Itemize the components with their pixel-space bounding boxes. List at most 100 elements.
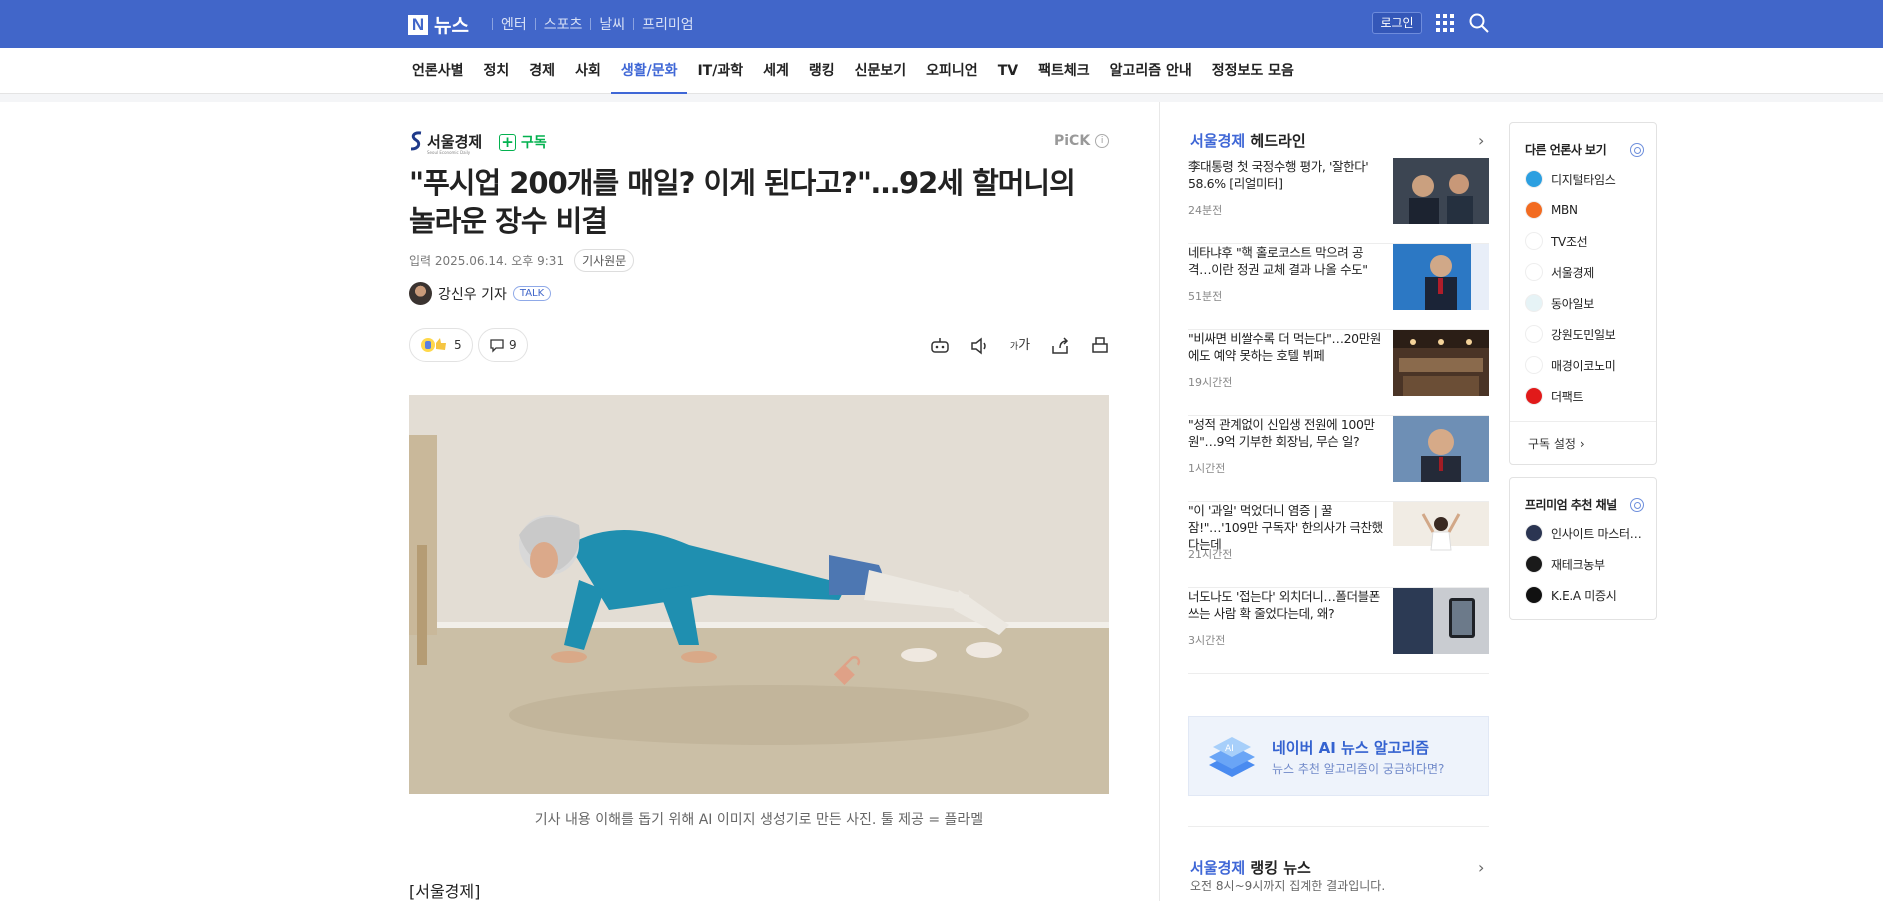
service-link-weather[interactable]: 날씨 (599, 14, 625, 34)
headline-item[interactable]: "비싸면 비쌀수록 더 먹는다"…20만원에도 예약 못하는 호텔 뷔페 19시… (1188, 330, 1489, 416)
press-item[interactable]: 동아일보 (1525, 294, 1594, 312)
headline-item-text: 네타냐후 "핵 홀로코스트 막으려 공격…이란 정권 교체 결과 나올 수도" (1188, 245, 1368, 277)
service-link-premium[interactable]: 프리미엄 (642, 14, 694, 34)
press-item[interactable]: TV조선 (1525, 232, 1588, 250)
ai-banner-subtitle: 뉴스 추천 알고리즘이 궁금하다면? (1272, 762, 1445, 776)
subscription-settings-link[interactable]: 구독 설정 › (1528, 435, 1585, 452)
info-icon[interactable]: i (1095, 134, 1110, 148)
category-tab-tv[interactable]: TV (988, 48, 1028, 94)
font-size-label: 가 (1018, 338, 1031, 353)
share-icon[interactable] (1048, 334, 1072, 358)
service-link-entertain[interactable]: 엔터 (501, 14, 527, 34)
other-press-title: 다른 언론사 보기 (1525, 143, 1607, 157)
grid-icon[interactable] (1436, 14, 1454, 32)
headline-thumbnail (1393, 158, 1489, 224)
comment-button[interactable]: 9 (478, 328, 528, 362)
headline-item-time: 1시간전 (1188, 462, 1226, 475)
divider (1510, 421, 1656, 422)
summary-bot-icon[interactable] (928, 334, 952, 358)
channel-avatar (1525, 555, 1543, 573)
article-photo[interactable]: ꗃ (409, 395, 1109, 794)
premium-channel-item[interactable]: 인사이트 마스터… (1525, 524, 1642, 542)
category-tab-factcheck[interactable]: 팩트체크 (1028, 48, 1100, 94)
category-tab-it-science[interactable]: IT/과학 (687, 48, 753, 94)
article-title: "푸시업 200개를 매일? 이게 된다고?"…92세 할머니의 놀라운 장수 … (409, 166, 1076, 238)
category-tab-opinion[interactable]: 오피니언 (916, 48, 988, 94)
divider (534, 18, 536, 30)
reaction-button[interactable]: 5 (409, 328, 473, 362)
ai-algorithm-banner[interactable]: AI 네이버 AI 뉴스 알고리즘 뉴스 추천 알고리즘이 궁금하다면? (1188, 716, 1489, 796)
headline-thumbnail (1393, 330, 1489, 396)
speaker-icon[interactable] (968, 334, 992, 358)
category-tab-algorithm[interactable]: 알고리즘 안내 (1100, 48, 1202, 94)
headline-item[interactable]: 李대통령 첫 국정수행 평가, '잘한다' 58.6% [리얼미터] 24분전 (1188, 158, 1489, 244)
article-date-row: 입력 2025.06.14. 오후 9:31 기사원문 (409, 249, 635, 272)
category-tab-world[interactable]: 세계 (753, 48, 799, 94)
category-list: 언론사별 정치 경제 사회 생활/문화 IT/과학 세계 랭킹 신문보기 오피니… (402, 48, 1304, 94)
original-article-button[interactable]: 기사원문 (574, 249, 635, 272)
premium-channel-item[interactable]: 재테크농부 (1525, 555, 1605, 573)
category-tab-ranking[interactable]: 랭킹 (799, 48, 845, 94)
headline-thumbnail (1393, 502, 1489, 568)
headline-item-text: "성적 관계없이 신입생 전원에 100만원"…9억 기부한 회장님, 무슨 일… (1188, 417, 1375, 449)
chevron-right-icon[interactable]: › (1478, 131, 1484, 150)
press-item-name: 동아일보 (1551, 296, 1594, 311)
press-logo-icon (1525, 294, 1543, 312)
press-item[interactable]: 매경이코노미 (1525, 356, 1616, 374)
headline-thumbnail (1393, 416, 1489, 482)
press-item[interactable]: 강원도민일보 (1525, 325, 1616, 343)
headline-item[interactable]: "성적 관계없이 신입생 전원에 100만원"…9억 기부한 회장님, 무슨 일… (1188, 416, 1489, 502)
author-avatar[interactable] (409, 282, 432, 305)
author-row: 강신우 기자 TALK (409, 282, 552, 305)
press-item-name: MBN (1551, 203, 1578, 217)
nav-shadow (0, 94, 1883, 102)
press-item[interactable]: 디지털타임스 (1525, 170, 1616, 188)
divider (1188, 826, 1489, 827)
category-tab-corrections[interactable]: 정정보도 모음 (1202, 48, 1304, 94)
other-press-box: 다른 언론사 보기 디지털타임스 MBN TV조선 서울경제 동아일보 강원도민… (1509, 122, 1657, 465)
search-icon[interactable] (1468, 12, 1490, 34)
ranking-section-title[interactable]: 서울경제 랭킹 뉴스 (1190, 857, 1311, 878)
press-logo-icon (1525, 263, 1543, 281)
press-item-name: 더팩트 (1551, 389, 1584, 404)
headline-item[interactable]: 네타냐후 "핵 홀로코스트 막으려 공격…이란 정권 교체 결과 나올 수도" … (1188, 244, 1489, 330)
category-tab-newspaper[interactable]: 신문보기 (845, 48, 917, 94)
chevron-right-icon[interactable]: › (1478, 858, 1484, 877)
subscribe-button[interactable]: + 구독 (499, 132, 547, 152)
press-logo-icon (1525, 170, 1543, 188)
talk-badge[interactable]: TALK (512, 286, 552, 301)
premium-channel-item[interactable]: K.E.A 미증시 (1525, 586, 1617, 604)
print-icon[interactable] (1088, 334, 1112, 358)
comment-icon (490, 339, 504, 353)
headline-thumbnail (1393, 588, 1489, 654)
category-navigation: 언론사별 정치 경제 사회 생활/문화 IT/과학 세계 랭킹 신문보기 오피니… (0, 48, 1883, 94)
category-tab-society[interactable]: 사회 (565, 48, 611, 94)
premium-channel-name: 재테크농부 (1551, 557, 1605, 572)
service-link-sports[interactable]: 스포츠 (544, 14, 583, 34)
category-tab-economy[interactable]: 경제 (519, 48, 565, 94)
font-size-button[interactable]: 가가 (1008, 334, 1032, 358)
press-logo[interactable]: 서울경제 Seoul Economic Daily (409, 130, 482, 155)
press-item[interactable]: 서울경제 (1525, 263, 1594, 281)
category-tab-press[interactable]: 언론사별 (402, 48, 474, 94)
category-tab-life-culture[interactable]: 생활/문화 (610, 48, 688, 94)
headline-section-title[interactable]: 서울경제 헤드라인 (1190, 130, 1306, 151)
refresh-icon[interactable] (1630, 498, 1644, 512)
press-item[interactable]: 더팩트 (1525, 387, 1584, 405)
reaction-emoji-icon (421, 338, 446, 352)
press-item[interactable]: MBN (1525, 201, 1578, 219)
premium-channels-box: 프리미엄 추천 채널 인사이트 마스터… 재테크농부 K.E.A 미증시 (1509, 477, 1657, 620)
headline-item-text: 李대통령 첫 국정수행 평가, '잘한다' 58.6% [리얼미터] (1188, 159, 1369, 191)
headline-item[interactable]: 너도나도 '접는다' 외치더니…폴더블폰 쓰는 사람 확 줄었다는데, 왜? 3… (1188, 588, 1489, 674)
naver-news-logo[interactable]: N 뉴스 (408, 11, 469, 38)
headline-item[interactable]: "이 '과일' 먹었더니 염증 | 꿀잠!"…'109만 구독자' 한의사가 극… (1188, 502, 1489, 588)
category-tab-politics[interactable]: 정치 (474, 48, 520, 94)
press-header: 서울경제 Seoul Economic Daily + 구독 PiCK i (409, 128, 1110, 155)
author-name[interactable]: 강신우 기자 (438, 284, 507, 304)
refresh-icon[interactable] (1630, 143, 1644, 157)
login-button[interactable]: 로그인 (1372, 12, 1422, 34)
divider (492, 18, 493, 30)
pick-badge[interactable]: PiCK i (1054, 133, 1110, 149)
ai-icon-label: AI (1225, 744, 1234, 754)
column-divider (1159, 102, 1160, 901)
